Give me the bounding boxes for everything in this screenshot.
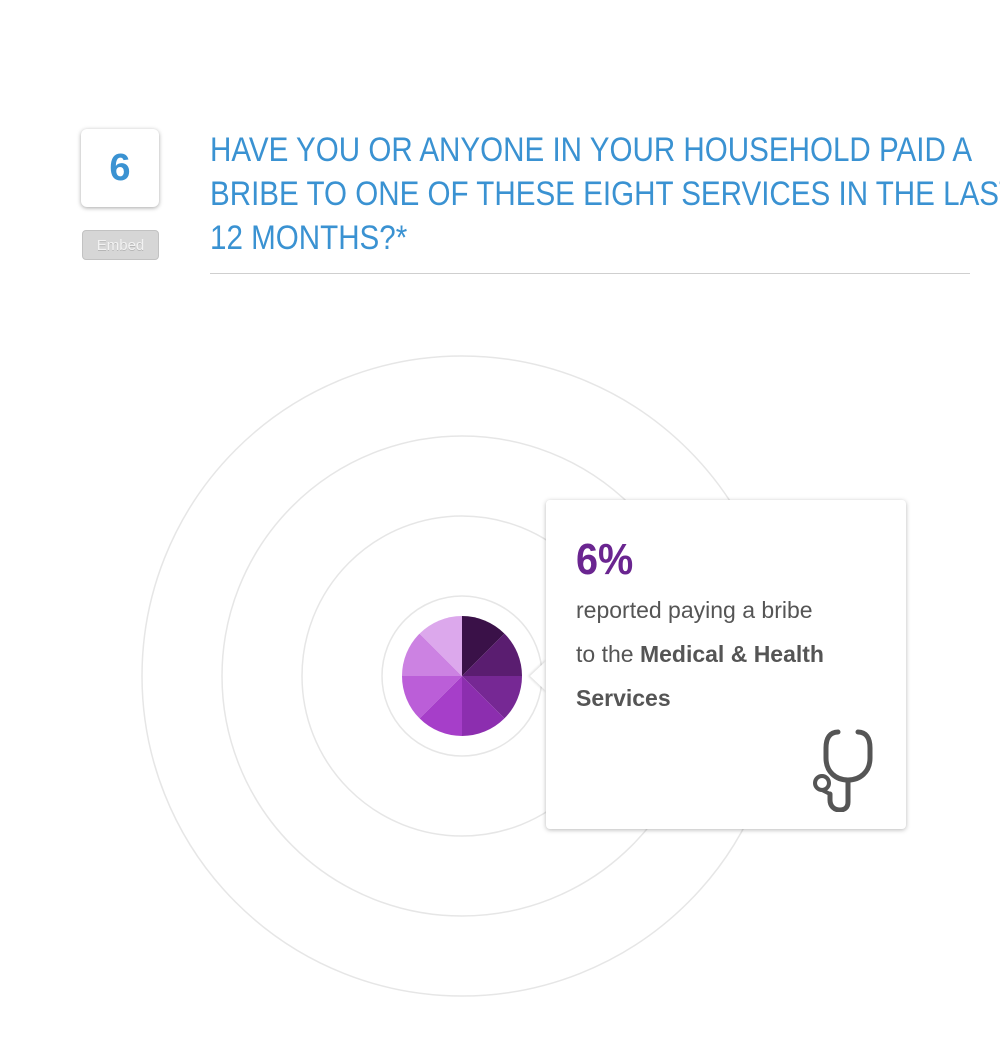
- services-pie: [402, 616, 522, 736]
- callout-text-prefix: reported paying a bribe: [576, 597, 813, 623]
- service-callout: 6% reported paying a bribe to the Medica…: [546, 500, 906, 829]
- callout-service-name-2: Services: [576, 685, 671, 711]
- callout-text-to-the: to the: [576, 641, 640, 667]
- callout-service-name-1: Medical & Health: [639, 641, 824, 667]
- callout-description: reported paying a bribe to the Medical &…: [576, 588, 886, 720]
- callout-percent: 6%: [576, 535, 634, 584]
- stethoscope-icon: [813, 729, 873, 812]
- callout-pointer: [530, 660, 547, 692]
